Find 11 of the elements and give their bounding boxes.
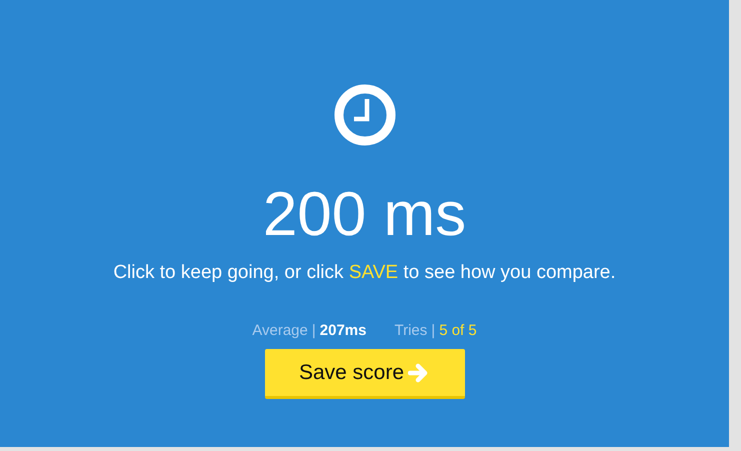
stat-separator: | — [431, 322, 436, 339]
stat-value: 5 of 5 — [439, 322, 477, 339]
result-panel[interactable]: 200 ms Click to keep going, or click SAVE to see how you compare. Average | 207ms Tries | 5 of 5 Save score — [0, 0, 729, 447]
stat-value: 207ms — [320, 322, 366, 339]
stat-label: Average — [252, 322, 308, 339]
instruction-text: Click to keep going, or click SAVE to see how you compare. — [113, 262, 616, 284]
save-score-button[interactable]: Save score — [264, 349, 464, 399]
clock-icon — [334, 84, 396, 146]
stat-separator: | — [312, 322, 316, 339]
stat-label: Tries — [394, 322, 428, 339]
result-time: 200 ms — [262, 184, 466, 246]
